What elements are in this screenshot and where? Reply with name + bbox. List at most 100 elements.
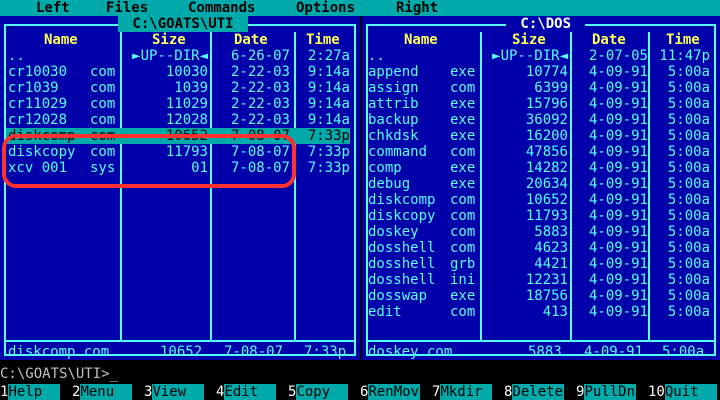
function-key-5[interactable]: 5Copy: [288, 384, 349, 400]
file-date: 2-22-03: [230, 80, 290, 96]
right-panel[interactable]: C:\DOS Name Size Date Time .. ►UP--DIR◄ 2-…: [362, 16, 720, 360]
file-row[interactable]: assign com 6399 4-09-91 5:00a: [368, 80, 712, 96]
file-row[interactable]: diskcomp com 10652 4-09-91 5:00a: [368, 192, 712, 208]
file-row[interactable]: cr1039 com 1039 2-22-03 9:14a: [6, 80, 350, 96]
left-header-size: Size: [152, 32, 186, 48]
function-key-8[interactable]: 8Delete: [504, 384, 565, 400]
file-row[interactable]: dosshell ini 12231 4-09-91 5:00a: [368, 272, 712, 288]
file-size: 10652: [525, 192, 568, 208]
file-ext: exe: [450, 160, 476, 176]
file-row[interactable]: diskcopy com 11793 4-09-91 5:00a: [368, 208, 712, 224]
file-size: 10030: [165, 64, 208, 80]
menu-files[interactable]: Files: [106, 0, 148, 16]
function-key-number: 1: [0, 384, 9, 400]
left-panel[interactable]: C:\GOATS\UTI Name Size Date Time .. ►UP--…: [0, 16, 360, 360]
file-ext: exe: [450, 176, 476, 192]
file-row[interactable]: command com 47856 4-09-91 5:00a: [368, 144, 712, 160]
function-key-3[interactable]: 3View: [144, 384, 205, 400]
right-header-date: Date: [592, 32, 626, 48]
file-time: 5:00a: [667, 224, 710, 240]
file-row[interactable]: comp exe 14282 4-09-91 5:00a: [368, 160, 712, 176]
function-key-label: Mkdir: [440, 384, 493, 400]
function-key-label: Copy: [296, 384, 349, 400]
file-time: 5:00a: [667, 112, 710, 128]
function-key-6[interactable]: 6RenMov: [360, 384, 421, 400]
file-name: append: [368, 64, 419, 80]
file-row[interactable]: chkdsk exe 16200 4-09-91 5:00a: [368, 128, 712, 144]
file-row[interactable]: doskey com 5883 4-09-91 5:00a: [368, 224, 712, 240]
function-key-10[interactable]: 10Quit: [648, 384, 717, 400]
function-key-number: 2: [72, 384, 81, 400]
file-date: 4-09-91: [588, 224, 648, 240]
right-info-divider: [366, 340, 716, 342]
file-row[interactable]: debug exe 20634 4-09-91 5:00a: [368, 176, 712, 192]
file-time: 5:00a: [667, 208, 710, 224]
function-key-number: 7: [432, 384, 441, 400]
function-key-2[interactable]: 2Menu: [72, 384, 133, 400]
file-size: 10774: [525, 64, 568, 80]
file-row[interactable]: attrib exe 15796 4-09-91 5:00a: [368, 96, 712, 112]
menu-options[interactable]: Options: [296, 0, 355, 16]
file-size: 5883: [534, 224, 568, 240]
file-date: 4-09-91: [588, 176, 648, 192]
file-date: 4-09-91: [588, 128, 648, 144]
right-panel-title: C:\DOS: [506, 16, 586, 32]
menu-left[interactable]: Left: [36, 0, 70, 16]
function-key-label: RenMov: [368, 384, 421, 400]
file-name: dosshell: [368, 256, 436, 272]
file-ext: exe: [450, 288, 476, 304]
file-name: ..: [8, 48, 25, 64]
file-row[interactable]: cr11029 com 11029 2-22-03 9:14a: [6, 96, 350, 112]
function-key-1[interactable]: 1Help: [0, 384, 61, 400]
file-size: ►UP--DIR◄: [132, 48, 208, 64]
file-time: 5:00a: [667, 288, 710, 304]
function-key-number: 6: [360, 384, 369, 400]
file-size: 413: [542, 304, 568, 320]
menu-right[interactable]: Right: [396, 0, 438, 16]
file-date: 4-09-91: [588, 256, 648, 272]
function-key-number: 10: [648, 384, 665, 400]
file-size: 4421: [534, 256, 568, 272]
file-row[interactable]: dosshell com 4623 4-09-91 5:00a: [368, 240, 712, 256]
file-size: 16200: [525, 128, 568, 144]
function-key-7[interactable]: 7Mkdir: [432, 384, 493, 400]
file-row[interactable]: cr12028 com 12028 2-22-03 9:14a: [6, 112, 350, 128]
file-time: 5:00a: [667, 256, 710, 272]
file-date: 4-09-91: [588, 112, 648, 128]
file-time: 5:00a: [667, 176, 710, 192]
left-header-name: Name: [44, 32, 78, 48]
file-ext: com: [450, 192, 476, 208]
command-line-input[interactable]: C:\GOATS\UTI>_: [0, 366, 118, 382]
file-row[interactable]: append exe 10774 4-09-91 5:00a: [368, 64, 712, 80]
file-time: 9:14a: [307, 64, 350, 80]
left-header-time: Time: [306, 32, 340, 48]
right-header-time: Time: [666, 32, 700, 48]
file-name: command: [368, 144, 428, 160]
file-row[interactable]: cr10030 com 10030 2-22-03 9:14a: [6, 64, 350, 80]
file-time: 5:00a: [667, 192, 710, 208]
file-name: cr12028: [8, 112, 68, 128]
file-date: 4-09-91: [588, 272, 648, 288]
file-time: 9:14a: [307, 112, 350, 128]
file-row[interactable]: .. ►UP--DIR◄ 2-07-05 11:47p: [368, 48, 712, 64]
file-name: dosshell: [368, 272, 436, 288]
function-key-9[interactable]: 9PullDn: [576, 384, 637, 400]
file-ext: exe: [450, 64, 476, 80]
function-key-4[interactable]: 4Edit: [216, 384, 277, 400]
file-size: 14282: [525, 160, 568, 176]
file-ext: exe: [450, 96, 476, 112]
file-size: 15796: [525, 96, 568, 112]
menu-commands[interactable]: Commands: [188, 0, 255, 16]
file-date: 4-09-91: [588, 288, 648, 304]
file-ext: com: [90, 112, 116, 128]
file-row[interactable]: dosshell grb 4421 4-09-91 5:00a: [368, 256, 712, 272]
file-name: edit: [368, 304, 402, 320]
file-row[interactable]: edit com 413 4-09-91 5:00a: [368, 304, 712, 320]
menu-bar: Left Files Commands Options Right: [0, 0, 720, 16]
file-ext: com: [450, 240, 476, 256]
file-row[interactable]: .. ►UP--DIR◄ 6-26-07 2:27a: [6, 48, 350, 64]
file-time: 7:33p: [307, 128, 350, 144]
file-row[interactable]: dosswap exe 18756 4-09-91 5:00a: [368, 288, 712, 304]
file-row[interactable]: backup exe 36092 4-09-91 5:00a: [368, 112, 712, 128]
file-time: 7:33p: [307, 144, 350, 160]
